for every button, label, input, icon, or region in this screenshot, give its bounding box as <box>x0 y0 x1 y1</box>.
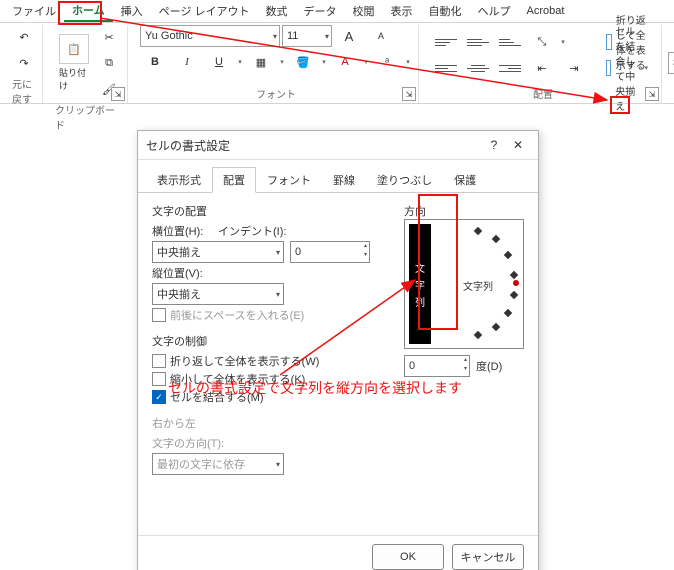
tab-fill[interactable]: 塗りつぶし <box>366 167 443 193</box>
fillcolor-button[interactable]: 🪣 <box>288 51 318 73</box>
group-align-label: 配置 <box>533 85 553 103</box>
fontcolor-button[interactable]: A <box>330 51 360 73</box>
phonetic-dd[interactable]: ▾ <box>404 51 412 73</box>
paste-icon: 📋 <box>59 34 89 64</box>
bold-button[interactable]: B <box>140 51 170 73</box>
tab-protect[interactable]: 保護 <box>443 167 487 193</box>
orient-dd[interactable]: ▾ <box>559 31 567 53</box>
wrap-checkbox[interactable] <box>152 354 166 368</box>
wrap-cb-label: 折り返して全体を表示する(W) <box>170 353 319 369</box>
copy-button[interactable]: ⧉ <box>97 51 121 75</box>
tab-numberformat[interactable]: 表示形式 <box>146 167 212 193</box>
dir-label: 文字の方向(T): <box>152 435 224 451</box>
menu-formula[interactable]: 数式 <box>258 1 296 21</box>
align-top-button[interactable] <box>431 31 461 53</box>
annotation-text: セルの書式設定で文字列を縦方向を選択します <box>168 378 462 398</box>
paste-button[interactable]: 📋 貼り付け <box>55 32 93 94</box>
highlight-orient-vertical <box>418 194 458 330</box>
wrap-icon <box>606 34 612 50</box>
cancel-button[interactable]: キャンセル <box>452 544 524 570</box>
rtl-legend: 右から左 <box>152 415 390 431</box>
group-clipboard-label: クリップボード <box>55 101 121 134</box>
degree-spinner[interactable]: 0 <box>404 355 470 377</box>
number-format-select[interactable]: 標準 <box>668 52 674 74</box>
group-undo-label: 元に戻す <box>12 75 36 108</box>
distribute-checkbox <box>152 308 166 322</box>
dialog-tabs: 表示形式 配置 フォント 罫線 塗りつぶし 保護 <box>138 160 538 193</box>
distribute-label: 前後にスペースを入れる(E) <box>170 307 304 323</box>
merge-icon <box>606 60 611 76</box>
fillcolor-dd[interactable]: ▾ <box>320 51 328 73</box>
fontcolor-dd[interactable]: ▾ <box>362 51 370 73</box>
redo-button[interactable]: ↷ <box>12 51 36 75</box>
ribbon: ↶ ↷ 元に戻す 📋 貼り付け ✂ ⧉ 🖌 クリップボード ⇲ <box>0 23 674 104</box>
indent-inc-button[interactable]: ⇥ <box>559 57 589 79</box>
degree-label: 度(D) <box>476 358 502 374</box>
dir-select[interactable]: 最初の文字に依存 <box>152 453 284 475</box>
highlight-align-launcher <box>610 96 630 114</box>
indent-dec-button[interactable]: ⇤ <box>527 57 557 79</box>
menu-pagelayout[interactable]: ページ レイアウト <box>151 1 258 21</box>
indent-label: インデント(I): <box>218 223 288 239</box>
group-font-label: フォント <box>256 85 296 103</box>
h-align-select[interactable]: 中央揃え <box>152 241 284 263</box>
menu-data[interactable]: データ <box>296 1 345 21</box>
paste-label: 貼り付け <box>59 66 89 92</box>
indent-spinner[interactable]: 0 <box>290 241 370 263</box>
v-align-label: 縦位置(V): <box>152 265 203 281</box>
align-left-button[interactable] <box>431 57 461 79</box>
close-button[interactable]: ✕ <box>506 135 530 155</box>
undo-button[interactable]: ↶ <box>12 25 36 49</box>
group-undo: ↶ ↷ 元に戻す <box>6 25 43 103</box>
ok-button[interactable]: OK <box>372 544 444 570</box>
control-legend: 文字の制御 <box>152 333 390 349</box>
menu-acrobat[interactable]: Acrobat <box>519 3 573 19</box>
italic-button[interactable]: I <box>172 51 202 73</box>
dialog-titlebar: セルの書式設定 ? ✕ <box>138 131 538 160</box>
underline-button[interactable]: U <box>204 51 234 73</box>
text-align-legend: 文字の配置 <box>152 203 390 219</box>
menu-file[interactable]: ファイル <box>4 1 64 21</box>
merge-dd[interactable]: ▾ <box>644 57 648 79</box>
tab-alignment[interactable]: 配置 <box>212 167 256 193</box>
h-align-label: 横位置(H): <box>152 223 212 239</box>
tab-border[interactable]: 罫線 <box>322 167 366 193</box>
border-dd[interactable]: ▾ <box>278 51 286 73</box>
group-number: 標準 <box>668 25 674 103</box>
menu-automation[interactable]: 自動化 <box>421 1 470 21</box>
border-button[interactable]: ▦ <box>246 51 276 73</box>
orient-button[interactable]: ⤡ <box>527 31 557 53</box>
format-cells-dialog: セルの書式設定 ? ✕ 表示形式 配置 フォント 罫線 塗りつぶし 保護 文字の… <box>137 130 539 570</box>
font-size-select[interactable]: 11 <box>282 25 332 47</box>
orient-horiz-label: 文字列 <box>463 278 493 293</box>
cut-button[interactable]: ✂ <box>97 25 121 49</box>
menu-view[interactable]: 表示 <box>383 1 421 21</box>
clipboard-launcher[interactable]: ⇲ <box>111 87 125 101</box>
v-align-select[interactable]: 中央揃え <box>152 283 284 305</box>
tab-font[interactable]: フォント <box>256 167 322 193</box>
align-center-button[interactable] <box>463 57 493 79</box>
align-mid-button[interactable] <box>463 31 493 53</box>
phonetic-button[interactable]: ᵃ <box>372 51 402 73</box>
align-right-button[interactable] <box>495 57 525 79</box>
group-align: ⤡ ▾ ⇤ ⇥ 折り返して全体を表示する セルを結合して中央揃え▾ <box>425 25 662 103</box>
shrink-checkbox[interactable] <box>152 372 166 386</box>
underline-dd[interactable]: ▾ <box>236 51 244 73</box>
highlight-home-tab <box>58 1 102 25</box>
decrease-font-button[interactable]: A <box>366 25 396 47</box>
group-font: Yu Gothic 11 A A B I U ▾ ▦ ▾ 🪣 ▾ A ▾ ᵃ <box>134 25 419 103</box>
group-clipboard: 📋 貼り付け ✂ ⧉ 🖌 クリップボード ⇲ <box>49 25 128 103</box>
menu-insert[interactable]: 挿入 <box>113 1 151 21</box>
align-bot-button[interactable] <box>495 31 525 53</box>
menu-help[interactable]: ヘルプ <box>470 1 519 21</box>
font-launcher[interactable]: ⇲ <box>402 87 416 101</box>
font-name-select[interactable]: Yu Gothic <box>140 25 280 47</box>
increase-font-button[interactable]: A <box>334 25 364 47</box>
align-launcher[interactable]: ⇲ <box>645 87 659 101</box>
menu-review[interactable]: 校閲 <box>345 1 383 21</box>
help-button[interactable]: ? <box>482 135 506 155</box>
merge-checkbox[interactable]: ✓ <box>152 390 166 404</box>
dialog-title: セルの書式設定 <box>146 137 230 154</box>
merge-center-button[interactable]: セルを結合して中央揃え▾ <box>599 57 655 79</box>
